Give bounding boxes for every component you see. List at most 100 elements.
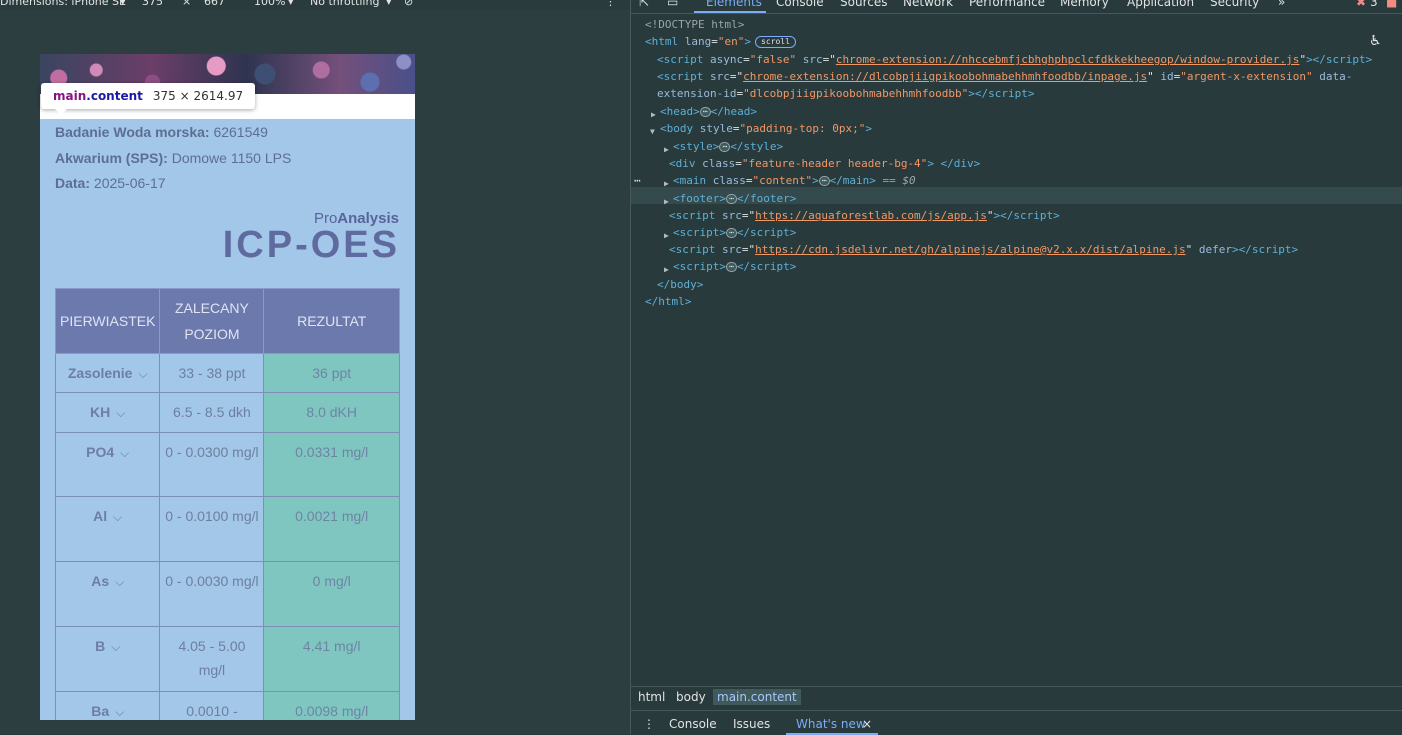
issues-icon[interactable]: ■ (1386, 0, 1397, 9)
dom-node-script[interactable]: <script src="chrome-extension://dlcobpji… (657, 68, 1352, 85)
breadcrumb-body[interactable]: body (672, 690, 710, 704)
attr-name: lang (684, 35, 712, 48)
recommended-cell: 6.5 - 8.5 dkh (159, 392, 265, 433)
icp-oes-logo: ICP-OES (222, 224, 400, 266)
device-emulation-pane: Dimensions: iPhone SE ▾ 375 × 667 100% ▾… (0, 0, 630, 734)
chevron-down-icon[interactable]: ▾ (386, 0, 392, 8)
dom-node-script-inline[interactable]: <script> ⋯ </script> (673, 224, 796, 241)
tab-network[interactable]: Network (903, 0, 953, 9)
recommended-cell: 0.0010 - (159, 691, 265, 720)
dom-node-html-close[interactable]: </html> (645, 293, 691, 310)
chevron-down-icon[interactable]: ▾ (120, 0, 126, 8)
error-count[interactable]: 3 (1370, 0, 1378, 9)
accessibility-icon[interactable]: ♿ (1369, 33, 1383, 49)
chevron-down-icon[interactable]: ▾ (288, 0, 294, 8)
element-cell[interactable]: B ⌵ (54, 626, 161, 692)
drawer-tab-whats-new[interactable]: What's new (796, 717, 866, 731)
chevron-down-icon[interactable]: ⌵ (113, 505, 122, 529)
ellipsis-icon[interactable]: ⋯ (725, 194, 737, 204)
dom-node-html[interactable]: <html lang="en"> scroll (645, 33, 796, 50)
width-input[interactable]: 375 (142, 0, 163, 8)
rotate-icon[interactable]: ⊘ (404, 0, 413, 8)
drawer-menu-icon[interactable]: ⋮ (643, 717, 655, 731)
chevron-down-icon[interactable]: ⌵ (116, 401, 125, 425)
tab-application[interactable]: Application (1127, 0, 1194, 9)
element-cell[interactable]: KH ⌵ (54, 392, 161, 433)
error-icon[interactable]: ✖ (1356, 0, 1366, 9)
selected-marker: == $0 (882, 174, 916, 187)
inspect-element-icon[interactable]: ⇱ (639, 0, 649, 9)
element-name: Zasolenie (67, 365, 133, 381)
tooltip-size: 375 × 2614.97 (152, 89, 244, 103)
dom-node-main-selected[interactable]: <main class="content"> ⋯ </main> == $0 (673, 172, 916, 189)
dom-node-style[interactable]: <style> ⋯ </style> (673, 138, 783, 155)
active-tab-indicator (694, 11, 766, 13)
dom-doctype[interactable]: <!DOCTYPE html> (645, 16, 744, 33)
chevron-down-icon[interactable]: ⌵ (111, 635, 120, 659)
element-cell[interactable]: Ba ⌵ (54, 691, 161, 720)
dom-node-head[interactable]: <head> ⋯ </head> (660, 103, 757, 120)
throttling-select[interactable]: No throttling (310, 0, 379, 8)
breadcrumb-html[interactable]: html (634, 690, 669, 704)
tab-elements[interactable]: Elements (706, 0, 762, 9)
chevron-down-icon[interactable]: ⌵ (120, 441, 129, 465)
tab-sources[interactable]: Sources (840, 0, 887, 9)
tab-console[interactable]: Console (776, 0, 824, 9)
ellipsis-icon[interactable]: ⋯ (725, 228, 737, 238)
script-src-link[interactable]: chrome-extension://dlcobpjiigpikoobohmab… (743, 70, 1147, 83)
drawer-tab-issues[interactable]: Issues (733, 717, 770, 731)
dom-node-div[interactable]: <div class="feature-header header-bg-4">… (669, 155, 980, 172)
dom-node-script-app[interactable]: <script src="https://aquaforestlab.com/j… (669, 207, 1060, 224)
dom-node-script-cont[interactable]: extension-id="dlcobpjiigpikoobohmabehhmh… (657, 85, 1035, 102)
more-options-icon[interactable]: ⋮ (605, 0, 616, 8)
expand-triangle-icon[interactable]: ▶ (651, 106, 656, 123)
ellipsis-icon[interactable]: ⋯ (699, 107, 711, 117)
result-cell: 36 ppt (263, 353, 400, 393)
ellipsis-icon[interactable]: ⋯ (818, 176, 830, 186)
info-value: Domowe 1150 LPS (171, 150, 292, 166)
dom-node-script-inline[interactable]: <script> ⋯ </script> (673, 258, 796, 275)
zoom-select[interactable]: 100% (254, 0, 285, 8)
dom-node-body[interactable]: <body style="padding-top: 0px;"> (660, 120, 872, 137)
device-dimensions-select[interactable]: Dimensions: iPhone SE (0, 0, 126, 8)
tooltip-class: .content (86, 89, 143, 103)
tab-security[interactable]: Security (1210, 0, 1259, 9)
tab-memory[interactable]: Memory (1060, 0, 1109, 9)
element-cell[interactable]: As ⌵ (54, 561, 161, 627)
info-sample: Badanie Woda morska: 6261549 (55, 124, 268, 140)
more-tabs-icon[interactable]: » (1278, 0, 1285, 9)
info-label: Akwarium (SPS): (55, 150, 168, 166)
close-icon[interactable]: × (862, 717, 872, 731)
breadcrumb-main-content[interactable]: main.content (713, 689, 801, 705)
script-src-link[interactable]: https://aquaforestlab.com/js/app.js (755, 209, 987, 222)
more-actions-icon[interactable]: ⋯ (634, 172, 641, 189)
expand-triangle-icon[interactable]: ▶ (664, 175, 669, 192)
ellipsis-icon[interactable]: ⋯ (719, 142, 731, 152)
scroll-badge[interactable]: scroll (755, 36, 796, 48)
element-cell[interactable]: Zasolenie ⌵ (54, 353, 161, 393)
device-toolbar-icon[interactable]: ▭ (667, 0, 678, 9)
element-cell[interactable]: PO4 ⌵ (54, 432, 161, 497)
device-viewport: Badanie Woda morska: 6261549 Akwarium (S… (40, 54, 415, 720)
chevron-down-icon[interactable]: ⌵ (115, 700, 124, 720)
element-name: B (95, 638, 106, 654)
height-input[interactable]: 667 (204, 0, 225, 8)
doctype-text: <!DOCTYPE html> (645, 18, 745, 31)
dom-node-body-close[interactable]: </body> (657, 276, 703, 293)
ellipsis-icon[interactable]: ⋯ (725, 262, 737, 272)
table-row: Al ⌵ 0 - 0.0100 mg/l 0.0021 mg/l (54, 496, 400, 562)
recommended-cell: 0 - 0.0100 mg/l (159, 496, 265, 562)
chevron-down-icon[interactable]: ⌵ (138, 362, 147, 386)
result-cell: 0 mg/l (263, 561, 400, 627)
info-value: 6261549 (213, 124, 268, 140)
element-cell[interactable]: Al ⌵ (54, 496, 161, 562)
dom-node-footer[interactable]: <footer> ⋯ </footer> (673, 190, 796, 207)
dom-node-script-alpine[interactable]: <script src="https://cdn.jsdelivr.net/gh… (669, 241, 1298, 258)
script-src-link[interactable]: https://cdn.jsdelivr.net/gh/alpinejs/alp… (755, 243, 1185, 256)
tab-performance[interactable]: Performance (969, 0, 1045, 9)
drawer-tab-console[interactable]: Console (669, 717, 717, 731)
chevron-down-icon[interactable]: ⌵ (115, 570, 124, 594)
dom-node-script[interactable]: <script async="false" src="chrome-extens… (657, 51, 1372, 68)
collapse-triangle-icon[interactable]: ▼ (650, 123, 655, 140)
script-src-link[interactable]: chrome-extension://nhccebmfjcbhghphpclcf… (836, 53, 1300, 66)
